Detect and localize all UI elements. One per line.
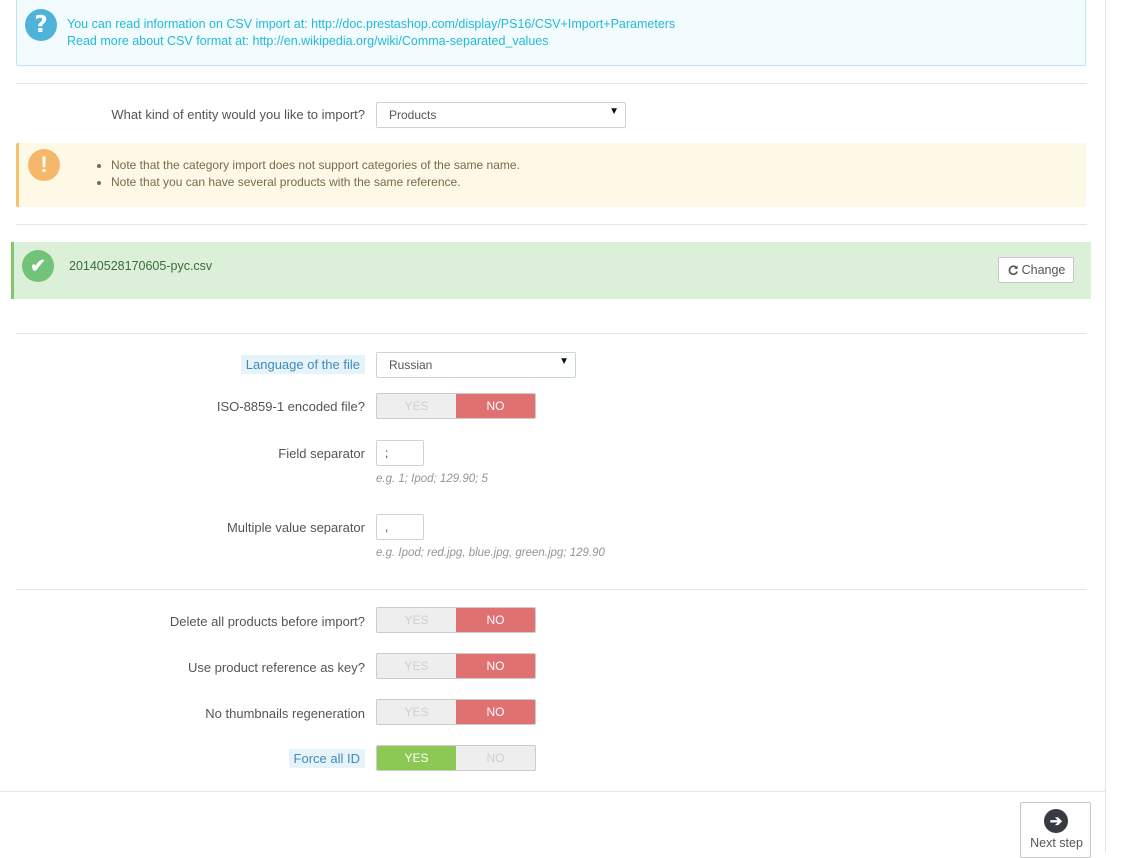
caret-down-icon: ▼	[559, 356, 569, 367]
file-uploaded-alert: ✔ 20140528170605-pyc.csv Change	[11, 242, 1091, 299]
warning-item: Note that you can have several products …	[111, 174, 520, 191]
exclamation-icon: !	[28, 149, 60, 181]
warning-item: Note that the category import does not s…	[111, 157, 520, 174]
iso-yes-option[interactable]: YES	[377, 394, 456, 418]
iso-toggle[interactable]: YES NO	[376, 393, 536, 419]
field-separator-help: e.g. 1; Ipod; 129.90; 5	[376, 473, 488, 485]
field-separator-label: Field separator	[278, 446, 365, 461]
no-thumbnails-toggle[interactable]: YES NO	[376, 699, 536, 725]
language-select-value: Russian	[389, 358, 433, 372]
check-icon: ✔	[22, 250, 54, 282]
question-icon: ?	[25, 9, 57, 41]
divider	[0, 791, 1105, 792]
delete-products-toggle[interactable]: YES NO	[376, 607, 536, 633]
divider	[16, 83, 1087, 84]
reference-key-toggle[interactable]: YES NO	[376, 653, 536, 679]
force-id-toggle[interactable]: YES NO	[376, 745, 536, 771]
language-label: Language of the file	[240, 355, 365, 374]
reference-key-label: Use product reference as key?	[187, 660, 365, 675]
warning-alert: ! Note that the category import does not…	[16, 143, 1086, 207]
next-step-label: Next step	[1030, 836, 1083, 850]
reference-key-no-option[interactable]: NO	[456, 654, 535, 678]
info-line-csv-import[interactable]: You can read information on CSV import a…	[67, 16, 675, 33]
change-file-button[interactable]: Change	[998, 257, 1074, 283]
no-thumbnails-no-option[interactable]: NO	[456, 700, 535, 724]
multi-separator-input[interactable]	[376, 514, 424, 540]
force-id-label: Force all ID	[288, 749, 365, 768]
next-step-button[interactable]: ➔ Next step	[1020, 802, 1091, 858]
delete-products-no-option[interactable]: NO	[456, 608, 535, 632]
field-separator-input[interactable]	[376, 440, 424, 466]
page-scroll-edge	[1105, 0, 1106, 852]
file-name: 20140528170605-pyc.csv	[69, 259, 213, 273]
delete-products-label: Delete all products before import?	[169, 614, 365, 629]
no-thumbnails-label: No thumbnails regeneration	[205, 706, 365, 721]
multi-separator-label: Multiple value separator	[226, 520, 365, 535]
entity-select-value: Products	[389, 108, 437, 122]
no-thumbnails-yes-option[interactable]: YES	[377, 700, 456, 724]
refresh-icon	[1008, 265, 1018, 276]
arrow-right-icon: ➔	[1044, 809, 1068, 833]
change-file-label: Change	[1021, 263, 1066, 277]
info-line-csv-format[interactable]: Read more about CSV format at: http://en…	[67, 33, 675, 50]
caret-down-icon: ▼	[609, 106, 619, 117]
divider	[16, 224, 1087, 225]
divider	[16, 589, 1087, 590]
iso-no-option[interactable]: NO	[456, 394, 535, 418]
iso-label: ISO-8859-1 encoded file?	[216, 399, 365, 414]
multi-separator-help: e.g. Ipod; red.jpg, blue.jpg, green.jpg;…	[376, 547, 605, 559]
info-alert: ? You can read information on CSV import…	[16, 0, 1086, 66]
entity-label: What kind of entity would you like to im…	[111, 107, 365, 122]
language-select[interactable]: Russian ▼	[376, 352, 576, 378]
force-id-no-option[interactable]: NO	[456, 746, 535, 770]
force-id-yes-option[interactable]: YES	[377, 746, 456, 770]
reference-key-yes-option[interactable]: YES	[377, 654, 456, 678]
entity-select[interactable]: Products ▼	[376, 102, 626, 128]
delete-products-yes-option[interactable]: YES	[377, 608, 456, 632]
divider	[16, 333, 1087, 334]
